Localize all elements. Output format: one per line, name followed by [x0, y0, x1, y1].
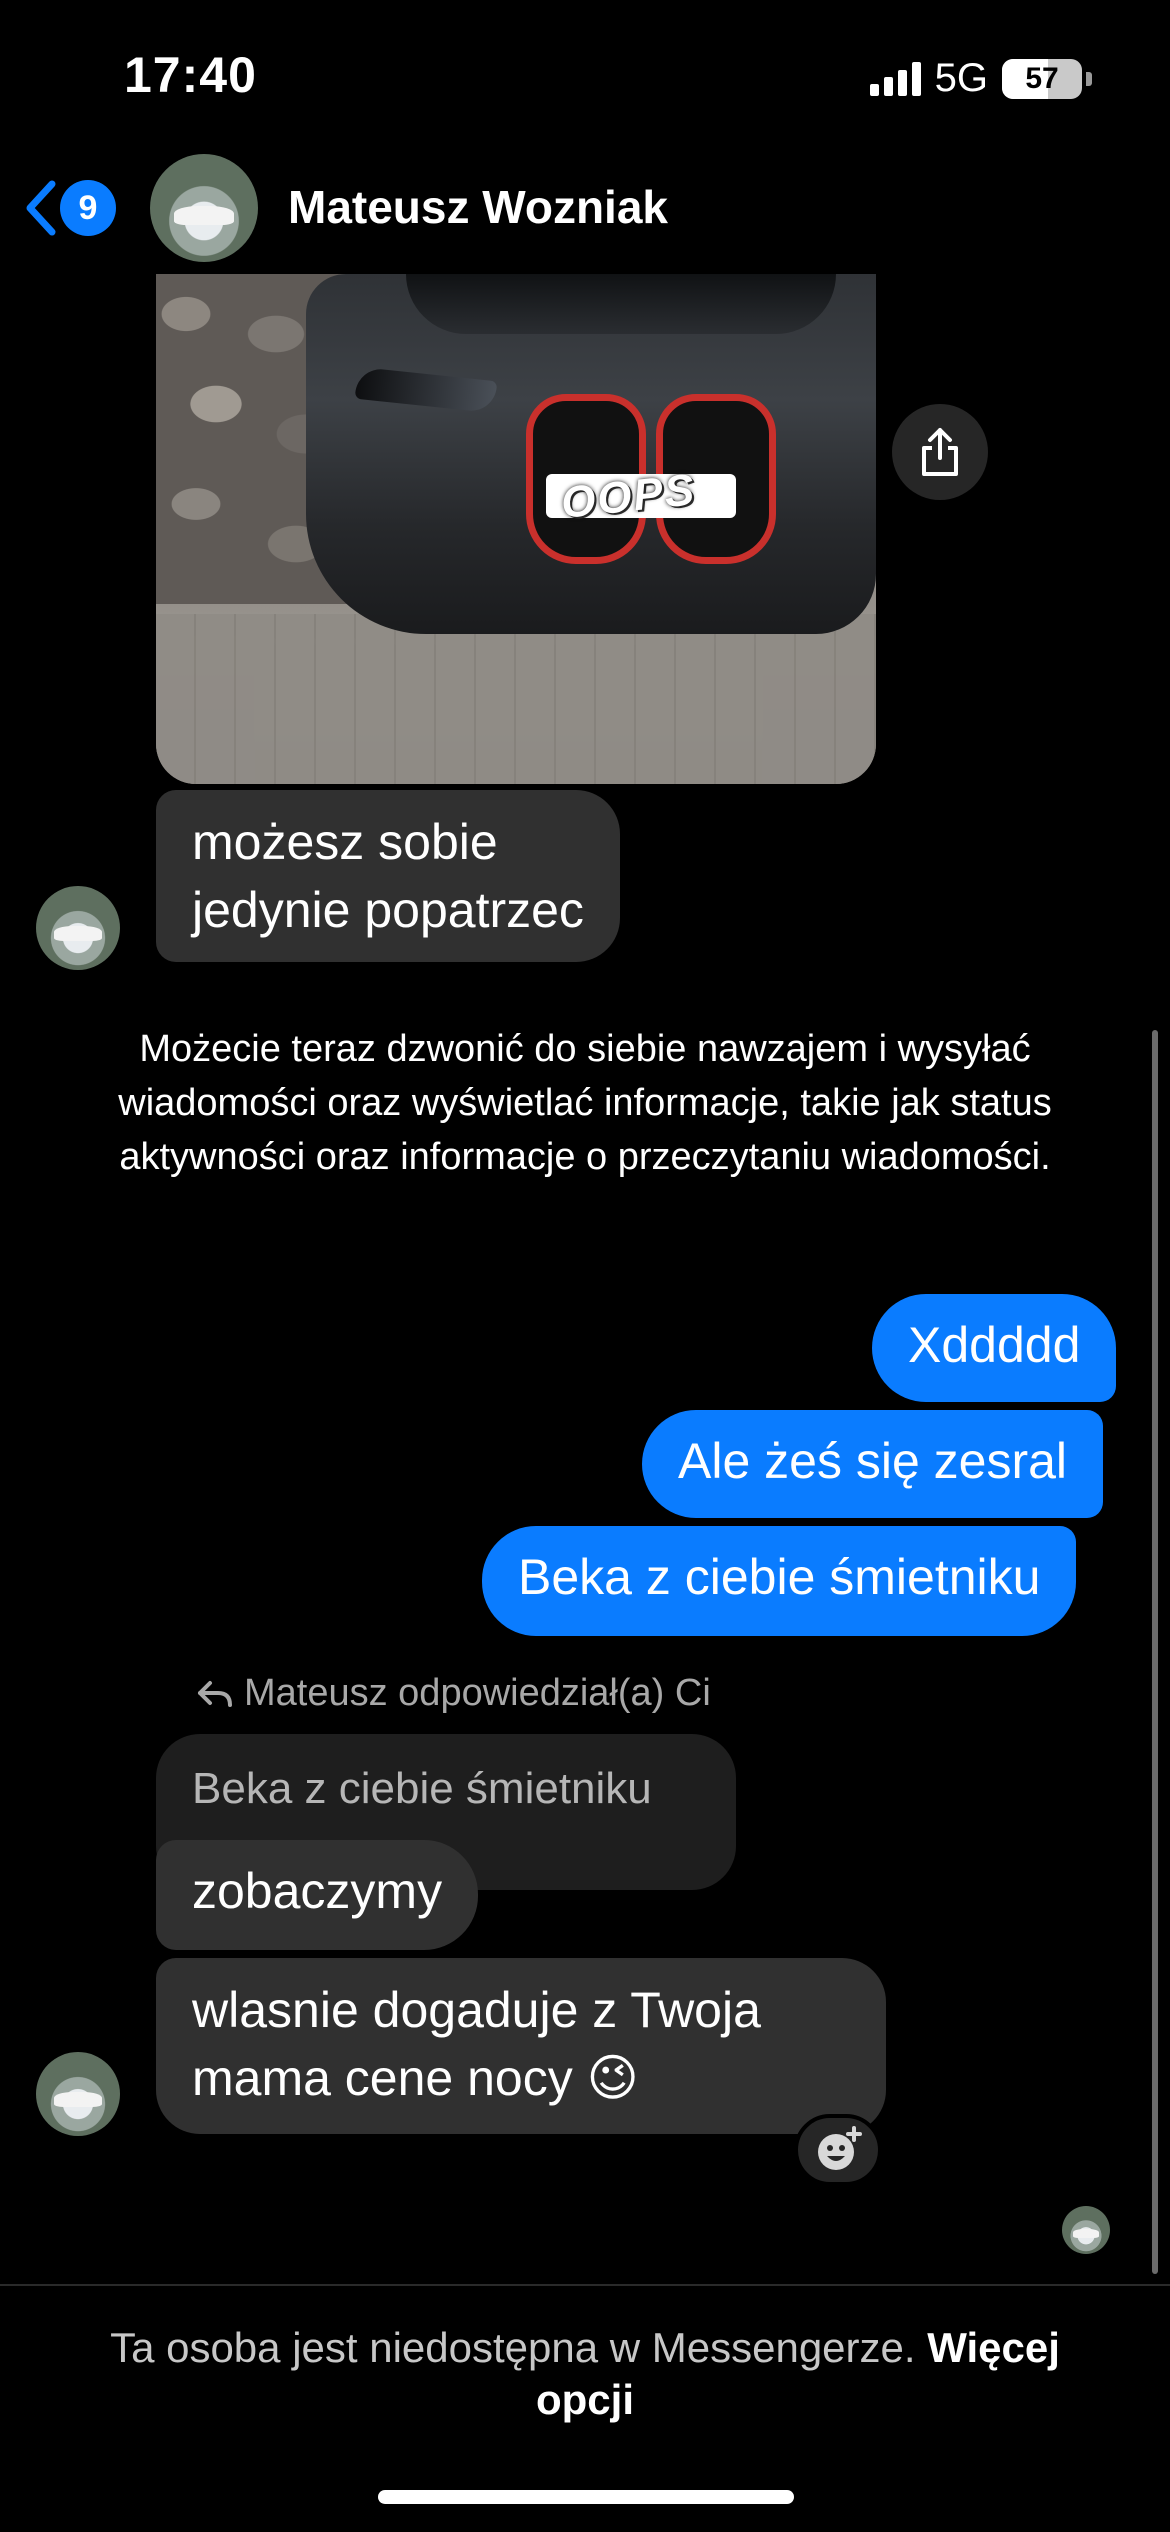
- sender-avatar[interactable]: [36, 2052, 120, 2136]
- share-button[interactable]: [892, 404, 988, 500]
- footer-divider: [0, 2284, 1170, 2286]
- message-bubble-outgoing[interactable]: Ale żeś się zesral: [642, 1410, 1104, 1518]
- status-time: 17:40: [124, 47, 257, 103]
- chat-header: 9 Mateusz Wozniak: [0, 150, 1170, 270]
- message-text: wlasnie dogaduje z Twoja: [192, 1982, 761, 2038]
- reply-label-text: Mateusz odpowiedział(a) Ci: [244, 1672, 711, 1714]
- chevron-left-icon: [26, 180, 56, 236]
- back-button[interactable]: 9: [22, 178, 116, 238]
- contact-name[interactable]: Mateusz Wozniak: [288, 180, 668, 234]
- contact-avatar[interactable]: [150, 154, 258, 262]
- network-type: 5G: [934, 56, 988, 100]
- message-bubble-outgoing[interactable]: Beka z ciebie śmietniku: [482, 1526, 1077, 1636]
- message-bubble-incoming[interactable]: wlasnie dogaduje z Twoja mama cene nocy …: [156, 1958, 886, 2134]
- message-bubble-incoming[interactable]: zobaczymy: [156, 1840, 479, 1950]
- seen-receipt-avatar: [1062, 2206, 1110, 2254]
- message-bubble-incoming[interactable]: możesz sobie jedynie popatrzec: [156, 790, 620, 962]
- battery-level: 57: [1025, 61, 1059, 95]
- status-indicators: 5G 57: [869, 56, 1092, 101]
- messenger-chat-screen: 17:40 5G 57 9 Mateusz Wozniak OOPS możes…: [0, 0, 1170, 2532]
- reply-indicator: Mateusz odpowiedział(a) Ci: [196, 1672, 711, 1715]
- message-text: mama cene nocy 😉: [192, 2050, 639, 2106]
- unavailable-notice: Ta osoba jest niedostępna w Messengerze.…: [60, 2322, 1110, 2426]
- system-notice: Możecie teraz dzwonić do siebie nawzajem…: [118, 1028, 1052, 1178]
- add-reaction-button[interactable]: [794, 2114, 882, 2186]
- battery-icon: 57: [1002, 58, 1082, 99]
- message-bubble-outgoing[interactable]: Xddddd: [872, 1294, 1117, 1402]
- unread-count-badge: 9: [60, 180, 116, 236]
- scrollbar[interactable]: [1152, 1030, 1158, 2274]
- add-reaction-icon: [818, 2126, 862, 2170]
- signal-icon: [869, 61, 921, 96]
- sender-avatar[interactable]: [36, 886, 120, 970]
- message-text: jedynie popatrzec: [192, 882, 584, 938]
- share-icon: [922, 428, 958, 476]
- unavailable-text: Ta osoba jest niedostępna w Messengerze.: [110, 2324, 916, 2371]
- reply-arrow-icon: [198, 1680, 232, 1707]
- message-text: możesz sobie: [192, 814, 498, 870]
- home-indicator[interactable]: [378, 2490, 794, 2504]
- photo-message[interactable]: OOPS: [156, 274, 876, 784]
